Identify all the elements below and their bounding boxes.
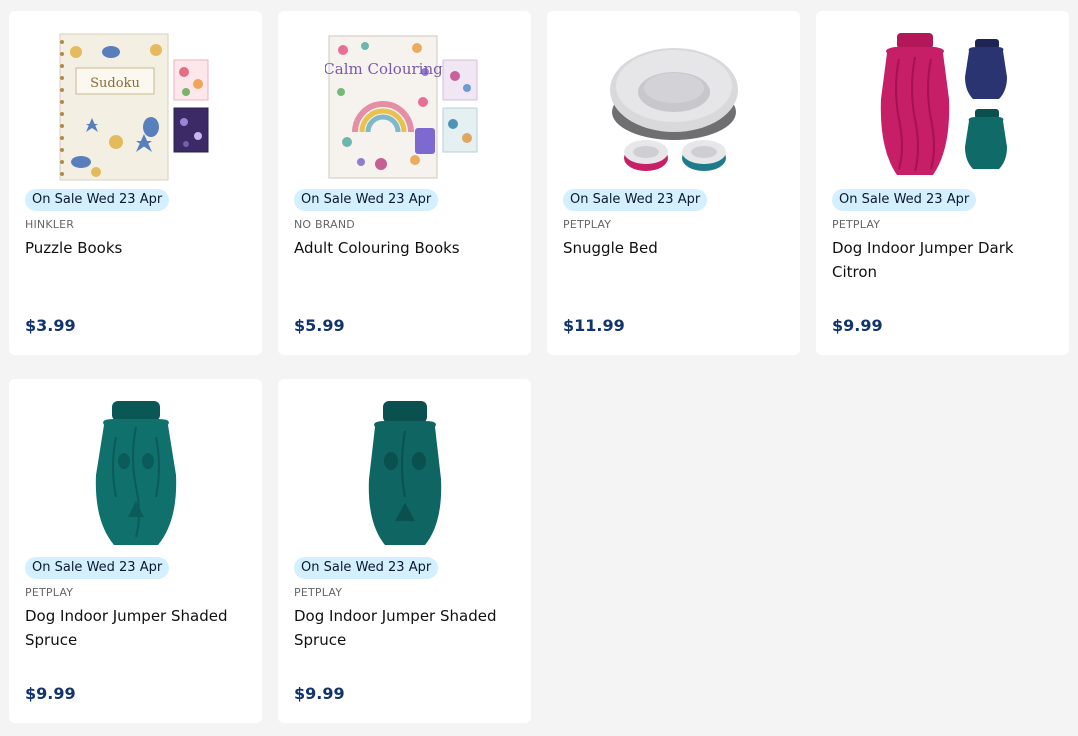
product-image-colouring-book[interactable]: Calm Colouring [278, 23, 531, 191]
cover-title: Calm Colouring [325, 60, 443, 78]
product-name[interactable]: Dog Indoor Jumper Shaded Spruce [294, 604, 519, 652]
cover-title: Sudoku [90, 76, 140, 91]
product-brand: PETPLAY [25, 586, 74, 599]
product-card-puzzle-books[interactable]: Sudoku On Sale Wed 23 Apr HINKLER Puzzle… [9, 11, 262, 355]
product-card-dog-jumper-shaded-spruce-2[interactable]: On Sale Wed 23 Apr PETPLAY Dog Indoor Ju… [278, 379, 531, 723]
on-sale-badge: On Sale Wed 23 Apr [25, 557, 170, 579]
on-sale-badge: On Sale Wed 23 Apr [25, 189, 170, 211]
product-name[interactable]: Adult Colouring Books [294, 236, 519, 260]
product-price: $5.99 [294, 316, 345, 335]
on-sale-badge: On Sale Wed 23 Apr [832, 189, 977, 211]
product-name[interactable]: Puzzle Books [25, 236, 250, 260]
product-brand: NO BRAND [294, 218, 355, 231]
product-price: $9.99 [294, 684, 345, 703]
product-price: $9.99 [832, 316, 883, 335]
product-image-dog-jumper-teal[interactable] [278, 391, 531, 559]
on-sale-badge: On Sale Wed 23 Apr [294, 557, 439, 579]
product-card-adult-colouring-books[interactable]: Calm Colouring On Sale Wed 23 Apr NO BRA… [278, 11, 531, 355]
product-price: $9.99 [25, 684, 76, 703]
product-grid: Sudoku On Sale Wed 23 Apr HINKLER Puzzle… [0, 0, 1078, 736]
product-brand: PETPLAY [294, 586, 343, 599]
on-sale-badge: On Sale Wed 23 Apr [563, 189, 708, 211]
product-price: $11.99 [563, 316, 625, 335]
product-card-dog-jumper-shaded-spruce[interactable]: On Sale Wed 23 Apr PETPLAY Dog Indoor Ju… [9, 379, 262, 723]
product-image-dog-jumper-teal[interactable] [9, 391, 262, 559]
product-card-snuggle-bed[interactable]: On Sale Wed 23 Apr PETPLAY Snuggle Bed $… [547, 11, 800, 355]
on-sale-badge: On Sale Wed 23 Apr [294, 189, 439, 211]
product-image-sudoku-book[interactable]: Sudoku [9, 23, 262, 191]
product-name[interactable]: Dog Indoor Jumper Shaded Spruce [25, 604, 250, 652]
product-image-pet-bed[interactable] [547, 23, 800, 191]
product-card-dog-jumper-dark-citron[interactable]: On Sale Wed 23 Apr PETPLAY Dog Indoor Ju… [816, 11, 1069, 355]
product-name[interactable]: Dog Indoor Jumper Dark Citron [832, 236, 1057, 284]
product-brand: PETPLAY [832, 218, 881, 231]
product-brand: HINKLER [25, 218, 75, 231]
product-brand: PETPLAY [563, 218, 612, 231]
product-image-dog-jumper-pink[interactable] [816, 23, 1069, 191]
product-name[interactable]: Snuggle Bed [563, 236, 788, 260]
product-price: $3.99 [25, 316, 76, 335]
